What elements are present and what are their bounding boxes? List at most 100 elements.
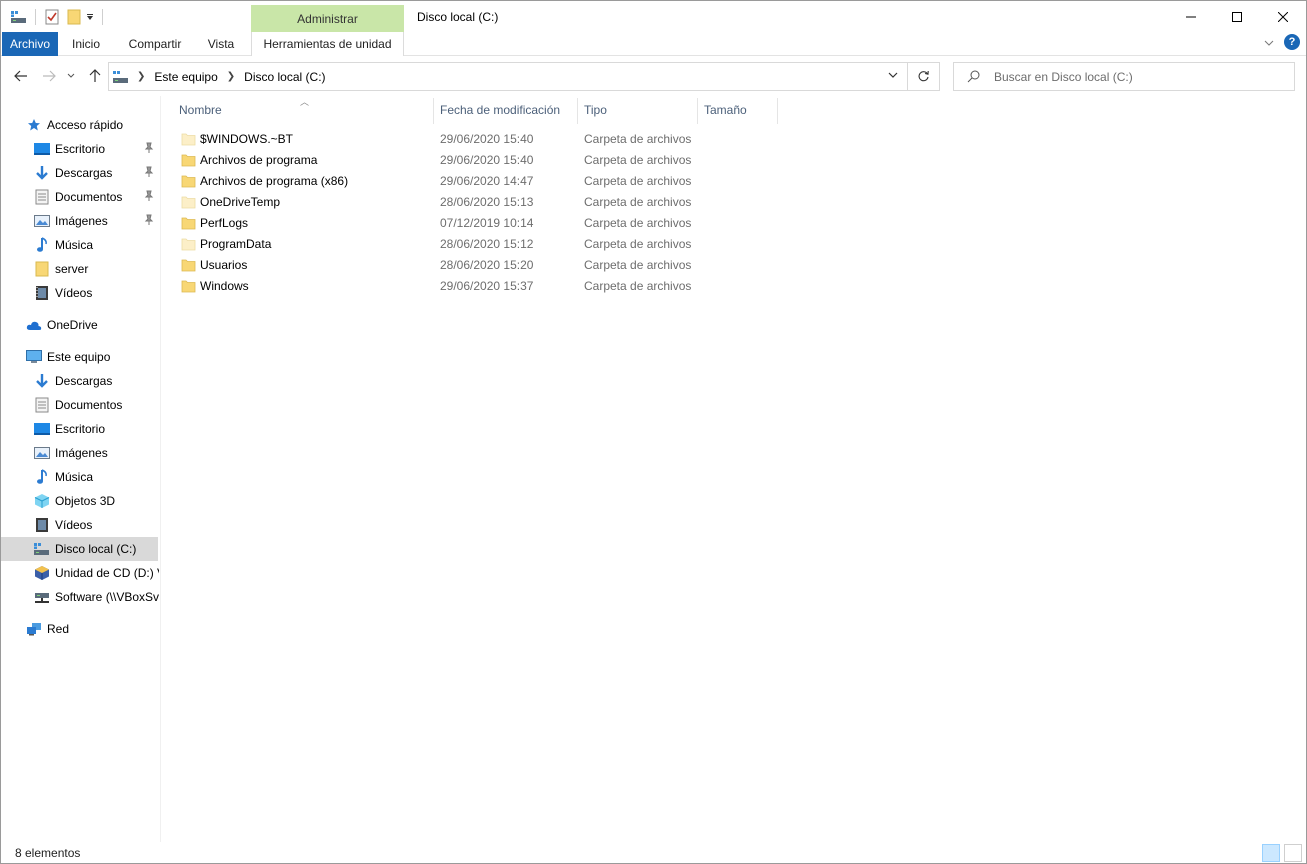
table-row[interactable]: OneDriveTemp 28/06/2020 15:13 Carpeta de a… <box>177 192 777 213</box>
music-icon <box>34 469 50 485</box>
network-icon <box>26 621 42 637</box>
nav-pc-imagenes[interactable]: Imágenes <box>1 441 159 465</box>
nav-pc-disco-local[interactable]: Disco local (C:) <box>1 537 158 561</box>
videos-icon <box>34 285 50 301</box>
file-modified: 29/06/2020 14:47 <box>440 174 534 188</box>
file-modified: 28/06/2020 15:20 <box>440 258 534 272</box>
address-dropdown-icon[interactable] <box>887 69 901 83</box>
table-row[interactable]: $WINDOWS.~BT 29/06/2020 15:40 Carpeta de a… <box>177 129 777 150</box>
back-button[interactable] <box>11 66 31 86</box>
nav-item-server[interactable]: server <box>1 257 159 281</box>
new-folder-icon[interactable] <box>64 7 84 27</box>
column-divider[interactable] <box>777 98 778 124</box>
address-bar[interactable]: ❯ Este equipo ❯ Disco local (C:) <box>108 62 908 91</box>
network-drive-icon <box>34 589 50 605</box>
file-type: Carpeta de archivos <box>584 153 692 167</box>
nav-network[interactable]: Red <box>1 617 159 641</box>
column-header-modified[interactable]: Fecha de modificación <box>434 96 577 124</box>
table-row[interactable]: Windows 29/06/2020 15:37 Carpeta de archiv… <box>177 276 777 297</box>
music-icon <box>34 237 50 253</box>
item-count: 8 elementos <box>15 846 81 860</box>
nav-pc-network-drive[interactable]: Software (\\VBoxSv <box>1 585 159 609</box>
minimize-button[interactable] <box>1168 1 1214 32</box>
folder-icon <box>181 259 196 272</box>
nav-item-imagenes[interactable]: Imágenes <box>1 209 159 233</box>
breadcrumb-disco-local[interactable]: Disco local (C:) <box>244 70 325 84</box>
details-view-icon[interactable] <box>1262 844 1280 862</box>
file-type: Carpeta de archivos <box>584 174 692 188</box>
recent-locations-icon[interactable] <box>64 66 78 86</box>
tab-archivo[interactable]: Archivo <box>2 32 58 56</box>
file-name: OneDriveTemp <box>200 195 281 209</box>
folder-icon <box>181 175 196 188</box>
folder-icon <box>181 238 196 251</box>
tab-vista[interactable]: Vista <box>199 32 243 56</box>
customize-toolbar-icon[interactable] <box>84 7 96 27</box>
nav-pc-documentos[interactable]: Documentos <box>1 393 159 417</box>
nav-item-documentos[interactable]: Documentos <box>1 185 159 209</box>
forward-button[interactable] <box>39 66 59 86</box>
column-header-type[interactable]: Tipo <box>578 96 697 124</box>
large-icons-view-icon[interactable] <box>1284 844 1302 862</box>
pin-icon[interactable] <box>144 214 154 226</box>
tab-compartir[interactable]: Compartir <box>119 32 191 56</box>
nav-pc-escritorio[interactable]: Escritorio <box>1 417 159 441</box>
drive-address-icon <box>113 70 129 84</box>
pin-icon[interactable] <box>144 166 154 178</box>
navigation-bar: ❯ Este equipo ❯ Disco local (C:) <box>1 56 1306 96</box>
help-icon[interactable]: ? <box>1284 34 1300 50</box>
up-button[interactable] <box>85 66 105 86</box>
breadcrumb-separator-icon[interactable]: ❯ <box>227 71 235 82</box>
nav-onedrive[interactable]: OneDrive <box>1 313 159 337</box>
nav-item-escritorio[interactable]: Escritorio <box>1 137 159 161</box>
file-name: PerfLogs <box>200 216 249 230</box>
computer-icon <box>26 349 42 365</box>
breadcrumb-separator-icon[interactable]: ❯ <box>137 71 145 82</box>
table-row[interactable]: Archivos de programa 29/06/2020 15:40 Carp… <box>177 150 777 171</box>
table-row[interactable]: PerfLogs 07/12/2019 10:14 Carpeta de archi… <box>177 213 777 234</box>
search-box[interactable] <box>953 62 1295 91</box>
properties-icon[interactable] <box>42 7 62 27</box>
drive-app-icon[interactable] <box>9 7 29 27</box>
search-input[interactable] <box>994 68 1284 86</box>
close-button[interactable] <box>1260 1 1306 32</box>
nav-quick-access[interactable]: Acceso rápido <box>1 113 159 137</box>
file-name: Archivos de programa (x86) <box>200 174 349 188</box>
ribbon-controls: ? <box>1264 34 1300 50</box>
search-icon <box>967 70 980 86</box>
table-row[interactable]: ProgramData 28/06/2020 15:12 Carpeta de ar… <box>177 234 777 255</box>
ribbon-tabs: Archivo Inicio Compartir Vista Herramien… <box>1 32 1306 56</box>
nav-pc-descargas[interactable]: Descargas <box>1 369 159 393</box>
nav-item-musica[interactable]: Música <box>1 233 159 257</box>
download-icon <box>34 165 50 181</box>
file-name: Windows <box>200 279 249 293</box>
column-header-size[interactable]: Tamaño <box>698 96 777 124</box>
document-icon <box>34 397 50 413</box>
nav-pc-musica[interactable]: Música <box>1 465 159 489</box>
quick-access-toolbar <box>9 7 103 27</box>
file-type: Carpeta de archivos <box>584 258 692 272</box>
pin-icon[interactable] <box>144 142 154 154</box>
breadcrumb-este-equipo[interactable]: Este equipo <box>154 70 217 84</box>
tab-inicio[interactable]: Inicio <box>63 32 109 56</box>
nav-item-descargas[interactable]: Descargas <box>1 161 159 185</box>
file-modified: 29/06/2020 15:37 <box>440 279 534 293</box>
pin-icon[interactable] <box>144 190 154 202</box>
nav-this-pc[interactable]: Este equipo <box>1 345 159 369</box>
column-header-name[interactable]: Nombre <box>173 96 433 124</box>
nav-pc-videos[interactable]: Vídeos <box>1 513 159 537</box>
tab-herramientas-unidad[interactable]: Herramientas de unidad <box>251 32 404 56</box>
folder-icon <box>181 133 196 146</box>
nav-pc-cd-drive[interactable]: Unidad de CD (D:) V <box>1 561 159 585</box>
star-icon <box>26 117 42 133</box>
file-list: ︿ Nombre Fecha de modificación Tipo Tama… <box>161 96 1306 842</box>
expand-ribbon-icon[interactable] <box>1264 35 1274 49</box>
nav-pc-objetos-3d[interactable]: Objetos 3D <box>1 489 159 513</box>
table-row[interactable]: Usuarios 28/06/2020 15:20 Carpeta de archi… <box>177 255 777 276</box>
drive-icon <box>34 541 50 557</box>
desktop-icon <box>34 141 50 157</box>
maximize-button[interactable] <box>1214 1 1260 32</box>
nav-item-videos[interactable]: Vídeos <box>1 281 159 305</box>
refresh-button[interactable] <box>908 62 940 91</box>
table-row[interactable]: Archivos de programa (x86) 29/06/2020 14:… <box>177 171 777 192</box>
